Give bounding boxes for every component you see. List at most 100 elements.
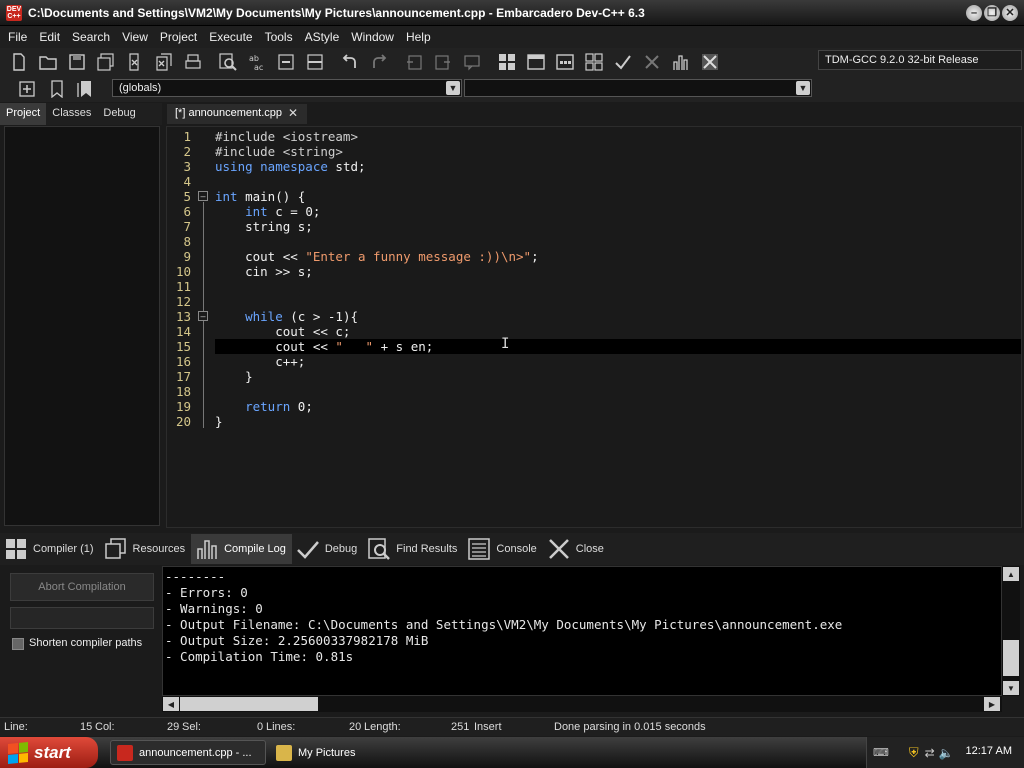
scroll-up-icon[interactable]: ▲ bbox=[1003, 567, 1019, 581]
tab-close[interactable]: Close bbox=[543, 534, 610, 564]
chevron-down-icon[interactable]: ▼ bbox=[796, 81, 810, 95]
code-line[interactable]: 9 cout << "Enter a funny message :))\n>"… bbox=[167, 249, 1021, 264]
code-line[interactable]: 17 } bbox=[167, 369, 1021, 384]
run-icon[interactable] bbox=[523, 50, 549, 74]
open-folder-icon[interactable] bbox=[35, 50, 61, 74]
profile-icon[interactable] bbox=[668, 50, 694, 74]
minimize-button[interactable]: – bbox=[966, 5, 982, 21]
scroll-left-icon[interactable]: ◀ bbox=[163, 697, 179, 711]
code-line[interactable]: 12 bbox=[167, 294, 1021, 309]
code-line[interactable]: 14 cout << c; bbox=[167, 324, 1021, 339]
print-icon[interactable] bbox=[180, 50, 206, 74]
unindent-icon[interactable] bbox=[430, 50, 456, 74]
code-line[interactable]: 3 using namespace std; bbox=[167, 159, 1021, 174]
undo-icon[interactable] bbox=[337, 50, 363, 74]
tab-resources[interactable]: Resources bbox=[100, 534, 192, 564]
menu-search[interactable]: Search bbox=[66, 30, 116, 44]
redo-icon[interactable] bbox=[366, 50, 392, 74]
compile-run-icon[interactable] bbox=[552, 50, 578, 74]
project-tree[interactable] bbox=[4, 126, 160, 526]
abort-compilation-button[interactable]: Abort Compilation bbox=[10, 573, 154, 601]
compiler-select[interactable]: TDM-GCC 9.2.0 32-bit Release bbox=[818, 50, 1022, 70]
close-tab-icon[interactable]: ✕ bbox=[288, 106, 298, 120]
delete-profile-icon[interactable] bbox=[697, 50, 723, 74]
rebuild-icon[interactable] bbox=[581, 50, 607, 74]
log-vertical-scrollbar[interactable]: ▲ ▼ bbox=[1002, 566, 1020, 696]
code-line[interactable]: 4 bbox=[167, 174, 1021, 189]
tab-project[interactable]: Project bbox=[0, 103, 47, 125]
keyboard-icon[interactable]: ⌨ bbox=[873, 746, 889, 759]
menu-window[interactable]: Window bbox=[345, 30, 400, 44]
indent-icon[interactable] bbox=[401, 50, 427, 74]
menu-execute[interactable]: Execute bbox=[203, 30, 258, 44]
save-all-icon[interactable] bbox=[93, 50, 119, 74]
close-window-button[interactable]: ✕ bbox=[1002, 5, 1018, 21]
menu-tools[interactable]: Tools bbox=[259, 30, 299, 44]
start-button[interactable]: start bbox=[0, 737, 98, 768]
fold-toggle-icon[interactable]: – bbox=[198, 311, 208, 321]
scroll-thumb[interactable] bbox=[1003, 640, 1019, 676]
bar-chart-icon bbox=[197, 540, 217, 559]
insert-icon[interactable] bbox=[14, 77, 40, 101]
close-file-icon[interactable] bbox=[122, 50, 148, 74]
code-line[interactable]: 8 bbox=[167, 234, 1021, 249]
goto-line-icon[interactable] bbox=[273, 50, 299, 74]
find-icon[interactable] bbox=[215, 50, 241, 74]
compile-log-output[interactable]: -------- - Errors: 0 - Warnings: 0 - Out… bbox=[162, 566, 1002, 696]
tab-debug-left[interactable]: Debug bbox=[97, 103, 141, 125]
replace-icon[interactable]: ab ac bbox=[244, 50, 270, 74]
menu-astyle[interactable]: AStyle bbox=[299, 30, 346, 44]
code-line[interactable]: 11 bbox=[167, 279, 1021, 294]
task-devcpp[interactable]: announcement.cpp - ... bbox=[110, 740, 266, 765]
volume-icon[interactable]: 🔈 bbox=[939, 746, 954, 760]
scroll-right-icon[interactable]: ▶ bbox=[984, 697, 1000, 711]
tab-console[interactable]: Console bbox=[463, 534, 542, 564]
check-syntax-icon[interactable] bbox=[610, 50, 636, 74]
fold-toggle-icon[interactable]: – bbox=[198, 191, 208, 201]
restore-button[interactable]: ❐ bbox=[984, 5, 1000, 21]
code-editor[interactable]: 1 #include <iostream> 2 #include <string> 3 u… bbox=[166, 126, 1022, 528]
close-all-icon[interactable] bbox=[151, 50, 177, 74]
tab-debug[interactable]: Debug bbox=[292, 534, 363, 564]
tab-compile-log[interactable]: Compile Log bbox=[191, 534, 292, 564]
code-line[interactable]: 1 #include <iostream> bbox=[167, 129, 1021, 144]
code-line[interactable]: 10 cin >> s; bbox=[167, 264, 1021, 279]
code-line[interactable]: 18 bbox=[167, 384, 1021, 399]
code-line[interactable]: 5 int main() { bbox=[167, 189, 1021, 204]
code-line[interactable]: 6 int c = 0; bbox=[167, 204, 1021, 219]
tab-find-results[interactable]: Find Results bbox=[363, 534, 463, 564]
code-line[interactable]: 2 #include <string> bbox=[167, 144, 1021, 159]
menu-file[interactable]: File bbox=[2, 30, 33, 44]
menu-help[interactable]: Help bbox=[400, 30, 437, 44]
bookmark-icon[interactable] bbox=[44, 77, 70, 101]
menu-project[interactable]: Project bbox=[154, 30, 203, 44]
menu-edit[interactable]: Edit bbox=[33, 30, 66, 44]
log-horizontal-scrollbar[interactable]: ◀ ▶ bbox=[162, 696, 1002, 712]
code-line[interactable]: 20} bbox=[167, 414, 1021, 429]
chevron-down-icon[interactable]: ▼ bbox=[446, 81, 460, 95]
network-icon[interactable]: ⇄ bbox=[925, 746, 935, 760]
tab-announcement-cpp[interactable]: [*] announcement.cpp bbox=[167, 104, 307, 124]
new-file-icon[interactable] bbox=[6, 50, 32, 74]
task-my-pictures[interactable]: My Pictures bbox=[270, 740, 426, 765]
tab-classes[interactable]: Classes bbox=[46, 103, 97, 125]
scroll-thumb[interactable] bbox=[180, 697, 318, 711]
member-select[interactable]: ▼ bbox=[464, 79, 812, 97]
save-icon[interactable] bbox=[64, 50, 90, 74]
security-shield-icon[interactable]: ⛨ bbox=[909, 745, 919, 761]
code-line[interactable]: 7 string s; bbox=[167, 219, 1021, 234]
menu-view[interactable]: View bbox=[116, 30, 154, 44]
scroll-down-icon[interactable]: ▼ bbox=[1003, 681, 1019, 695]
stop-icon[interactable] bbox=[639, 50, 665, 74]
comment-icon[interactable] bbox=[459, 50, 485, 74]
goto-bookmark-icon[interactable] bbox=[72, 77, 98, 101]
shorten-paths-checkbox[interactable] bbox=[12, 638, 24, 650]
code-line[interactable]: 15 cout << " " + s en; bbox=[167, 339, 1021, 354]
tab-compiler[interactable]: Compiler (1) bbox=[0, 534, 100, 564]
compile-icon[interactable] bbox=[494, 50, 520, 74]
code-line[interactable]: 19 return 0; bbox=[167, 399, 1021, 414]
code-line[interactable]: 16 c++; bbox=[167, 354, 1021, 369]
code-line[interactable]: 13 while (c > -1){ bbox=[167, 309, 1021, 324]
toggle-view-icon[interactable] bbox=[302, 50, 328, 74]
globals-select[interactable]: (globals) ▼ bbox=[112, 79, 462, 97]
